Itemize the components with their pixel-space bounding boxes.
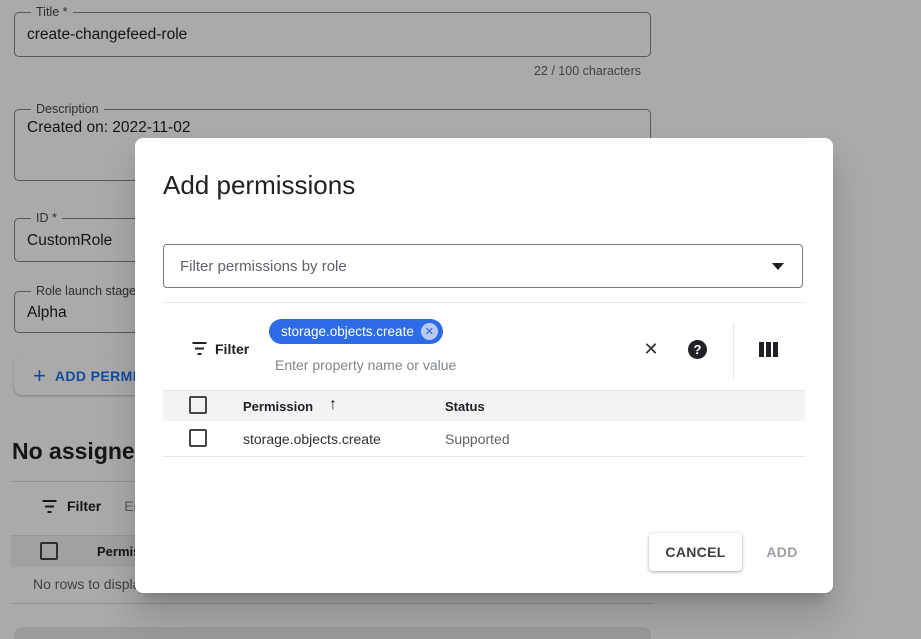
status-column-header: Status — [445, 399, 485, 414]
filter-icon — [191, 341, 208, 356]
column-display-options-icon[interactable] — [759, 342, 780, 357]
row-checkbox[interactable] — [189, 429, 207, 447]
filter-input[interactable]: Enter property name or value — [275, 357, 456, 373]
divider — [733, 322, 734, 378]
select-all-checkbox[interactable] — [189, 396, 207, 414]
chip-remove-icon[interactable]: ✕ — [421, 323, 438, 340]
sort-ascending-icon[interactable]: ↑ — [329, 396, 337, 414]
permissions-table-header: Permission ↑ Status — [163, 390, 805, 421]
permission-cell: storage.objects.create — [243, 431, 381, 447]
add-permissions-dialog: Add permissions Filter permissions by ro… — [135, 138, 833, 593]
permission-column-header[interactable]: Permission — [243, 399, 313, 414]
add-button[interactable]: ADD — [752, 533, 812, 571]
divider — [163, 302, 805, 303]
help-icon[interactable]: ? — [688, 340, 707, 359]
table-row[interactable]: storage.objects.create Supported — [163, 421, 805, 457]
role-dropdown-placeholder: Filter permissions by role — [180, 258, 772, 275]
cancel-button[interactable]: CANCEL — [649, 533, 742, 571]
status-cell: Supported — [445, 431, 510, 447]
filter-label: Filter — [215, 341, 249, 357]
filter-chip-storage-objects-create[interactable]: storage.objects.create ✕ — [269, 319, 443, 344]
dialog-title: Add permissions — [163, 170, 355, 201]
chevron-down-icon — [772, 263, 784, 270]
filter-permissions-by-role-dropdown[interactable]: Filter permissions by role — [163, 244, 803, 288]
clear-filter-icon[interactable]: ✕ — [638, 339, 664, 360]
